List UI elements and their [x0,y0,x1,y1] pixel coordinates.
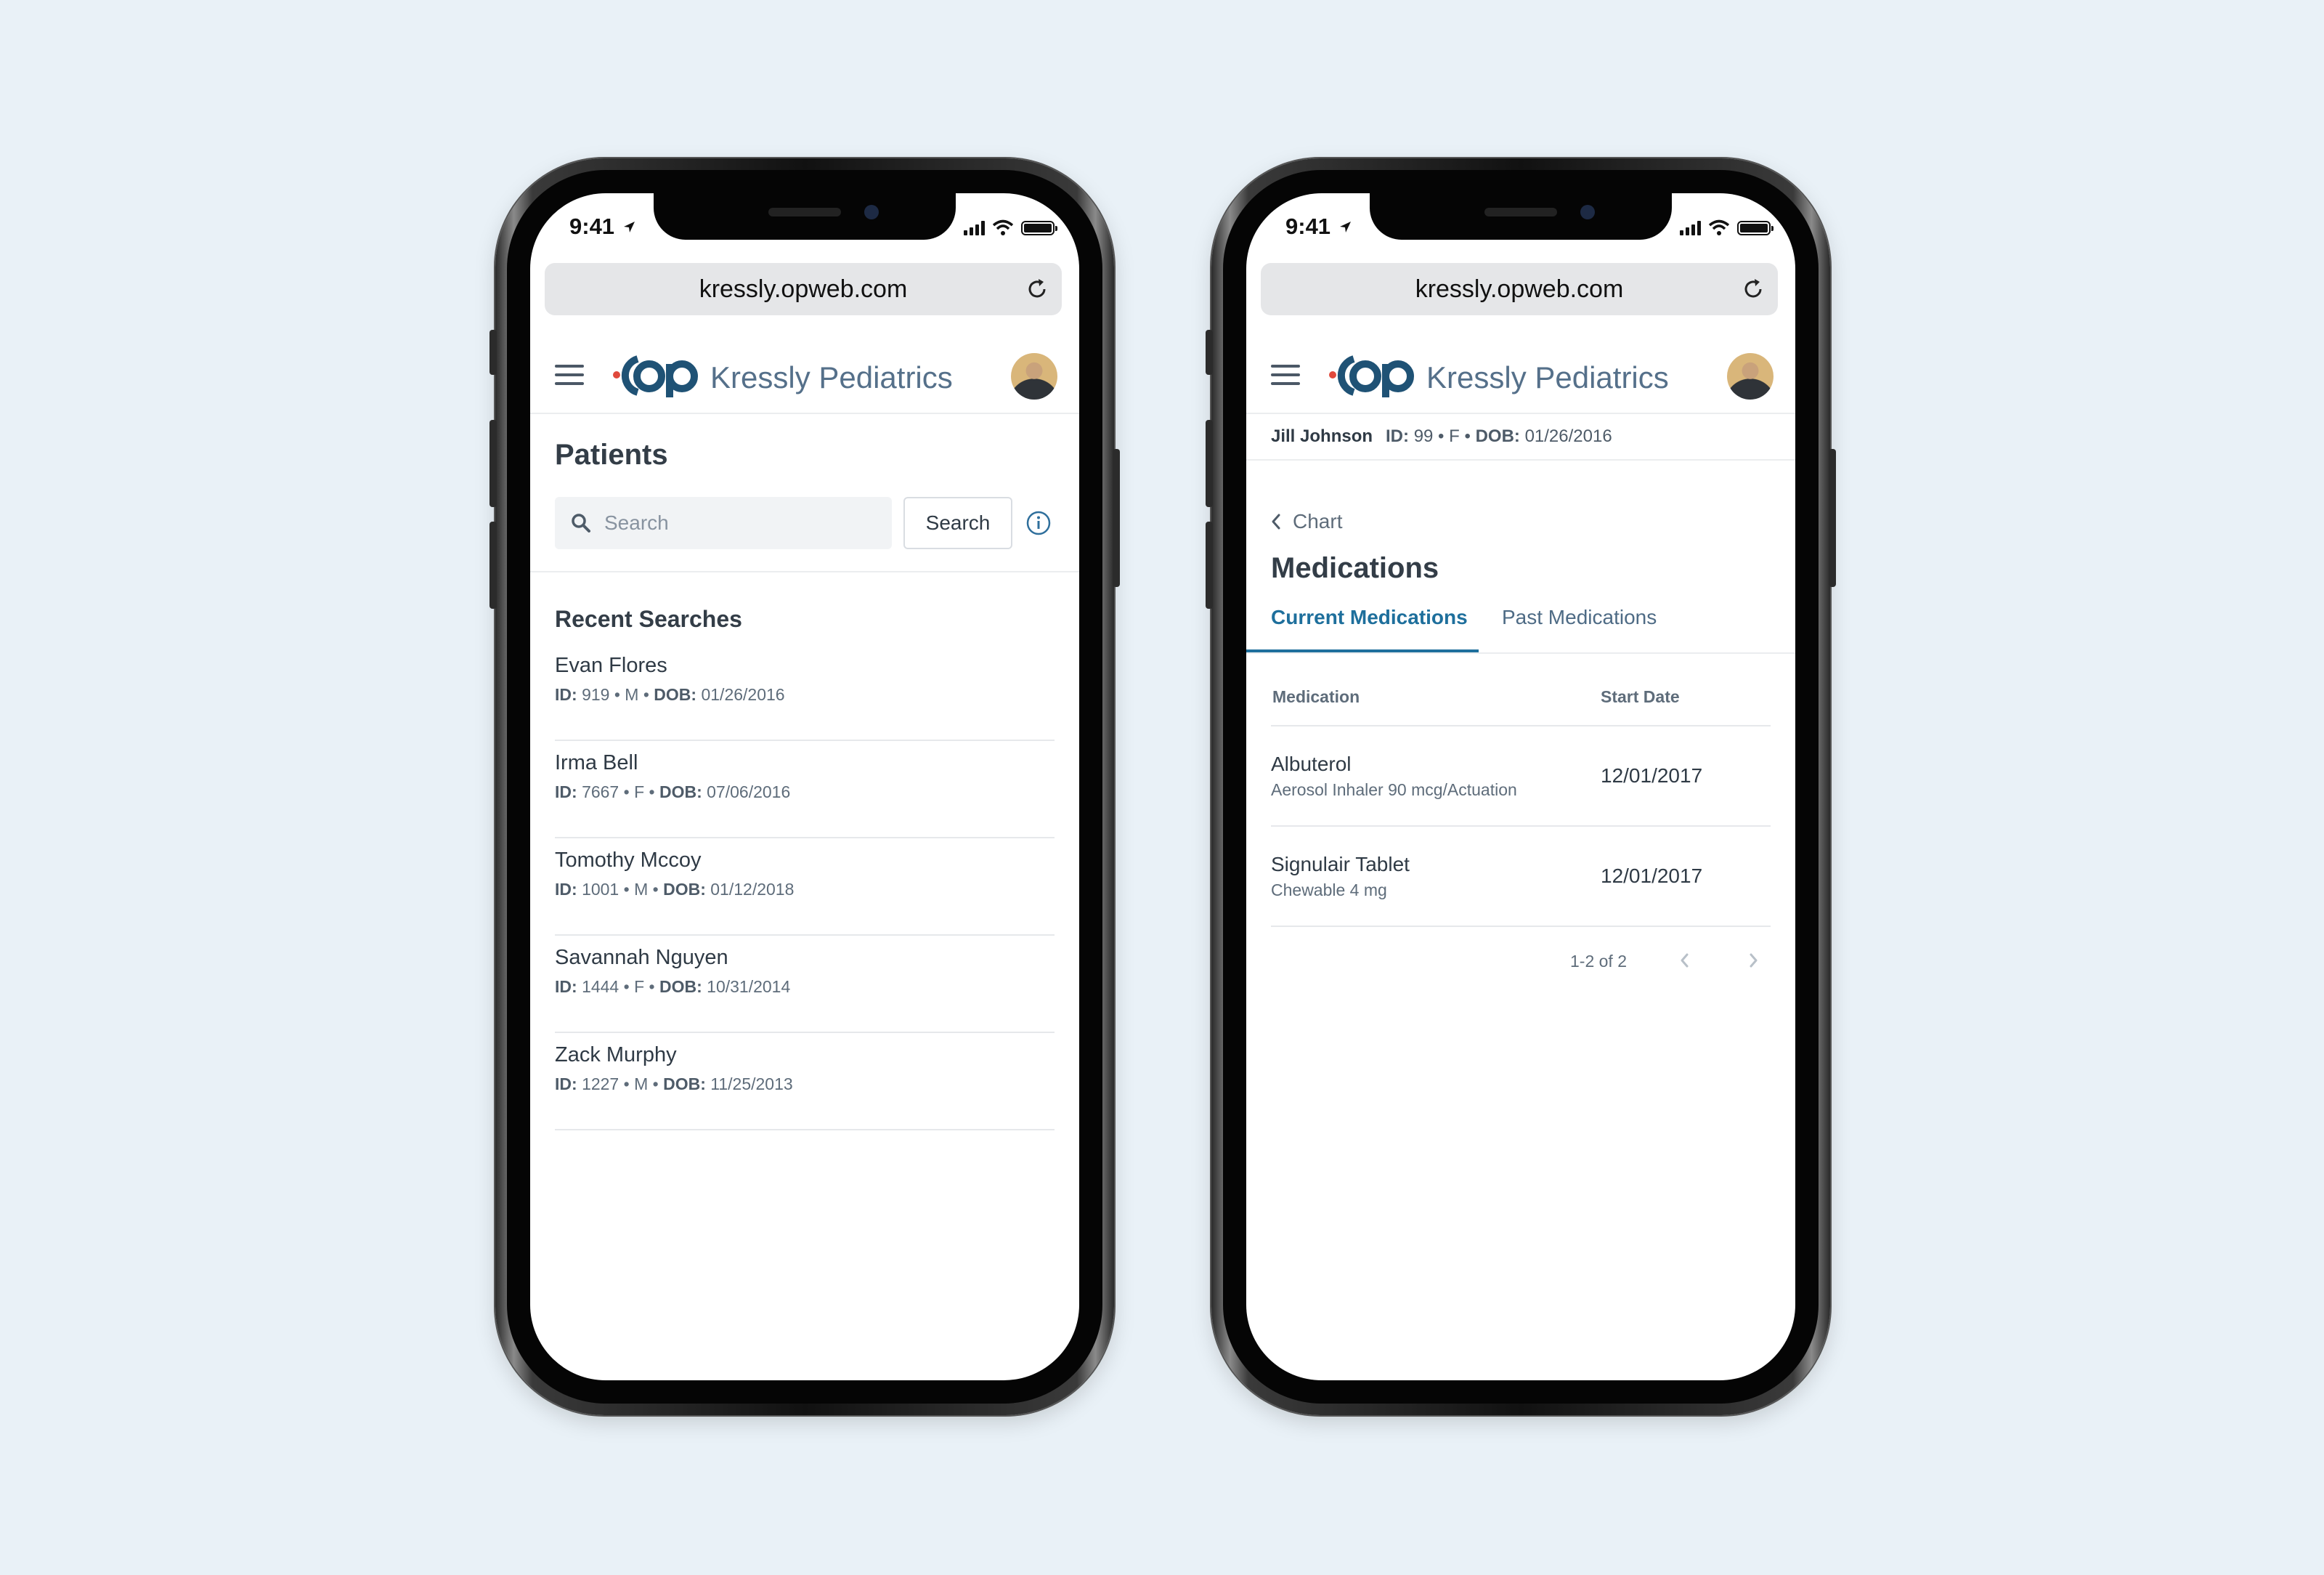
patient-name: Evan Flores [555,654,667,677]
page-title: Patients [555,439,668,471]
battery-icon [1021,221,1057,235]
url-text: kressly.opweb.com [699,275,908,303]
power-button [1829,449,1836,587]
medications-table: Medication Start Date Albuterol Aerosol … [1271,673,1771,927]
reload-icon[interactable] [1024,276,1050,302]
table-header: Medication Start Date [1271,673,1771,726]
patient-name: Tomothy Mccoy [555,849,702,872]
search-button[interactable]: Search [903,497,1012,549]
tab-current-medications[interactable]: Current Medications [1246,602,1479,652]
list-item[interactable]: Tomothy Mccoy ID: 1001 • M • DOB: 01/12/… [555,838,1055,936]
patient-meta: ID: 1001 • M • DOB: 01/12/2018 [555,880,795,899]
column-header-medication[interactable]: Medication [1272,687,1360,707]
brand-name: Kressly Pediatrics [710,360,953,394]
tab-past-medications[interactable]: Past Medications [1502,602,1657,652]
signal-icon [1680,219,1701,235]
patient-meta: ID: 1227 • M • DOB: 11/25/2013 [555,1074,793,1093]
page-title: Medications [1271,552,1439,584]
logo-icon [1326,353,1421,400]
back-to-chart-link[interactable]: Chart [1271,510,1342,533]
app-header: Kressly Pediatrics [530,339,1079,414]
pagination: 1-2 of 2 [1246,949,1795,978]
volume-down-button [489,522,497,609]
list-item[interactable]: Savannah Nguyen ID: 1444 • F • DOB: 10/3… [555,936,1055,1033]
medication-detail: Chewable 4 mg [1271,880,1387,899]
battery-icon [1737,221,1774,235]
chevron-left-icon [1272,514,1280,530]
patient-context-bar: Jill Johnson ID: 99 • F • DOB: 01/26/201… [1246,414,1795,461]
avatar[interactable] [1727,353,1774,400]
volume-up-button [489,420,497,507]
patient-name: Jill Johnson [1271,426,1373,446]
patient-name: Savannah Nguyen [555,946,728,969]
start-date: 12/01/2017 [1601,865,1703,887]
menu-icon[interactable] [1271,365,1300,386]
info-icon[interactable] [1025,510,1052,536]
medication-tabs: Current Medications Past Medications [1246,602,1795,654]
back-label: Chart [1293,510,1343,533]
search-input[interactable] [603,511,882,535]
location-arrow-icon [1339,222,1351,232]
table-row[interactable]: Albuterol Aerosol Inhaler 90 mcg/Actuati… [1271,726,1771,827]
search-field[interactable] [555,497,892,549]
search-icon [572,514,590,533]
status-time: 9:41 [1285,214,1352,240]
medication-detail: Aerosol Inhaler 90 mcg/Actuation [1271,780,1517,799]
chevron-left-icon[interactable] [1676,949,1694,972]
notch [654,193,956,240]
screen-patients: 9:41 kressly.opweb.com Kressly Pediatric… [530,193,1079,1380]
phone-right: 9:41 kressly.opweb.com Kressly Pediatric… [1206,158,1836,1415]
medication-name: Signulair Tablet [1271,853,1410,875]
logo-icon [610,353,704,400]
brand-name: Kressly Pediatrics [1426,360,1669,394]
wifi-icon [992,219,1014,235]
patient-meta: ID: 919 • M • DOB: 01/26/2016 [555,685,785,704]
pagination-count: 1-2 of 2 [1570,952,1627,971]
screen-medications: 9:41 kressly.opweb.com Kressly Pediatric… [1246,193,1795,1380]
patient-meta: ID: 99 • F • DOB: 01/26/2016 [1386,426,1612,446]
start-date: 12/01/2017 [1601,764,1703,787]
patient-meta: ID: 1444 • F • DOB: 10/31/2014 [555,977,791,996]
avatar[interactable] [1011,353,1057,400]
reload-icon[interactable] [1740,276,1766,302]
phone-left: 9:41 kressly.opweb.com Kressly Pediatric… [489,158,1120,1415]
list-item[interactable]: Evan Flores ID: 919 • M • DOB: 01/26/201… [555,644,1055,741]
chevron-right-icon[interactable] [1744,949,1762,972]
status-time: 9:41 [569,214,635,240]
list-item[interactable]: Irma Bell ID: 7667 • F • DOB: 07/06/2016 [555,741,1055,838]
signal-icon [964,219,985,235]
address-bar[interactable]: kressly.opweb.com [1261,263,1778,315]
mute-switch [1206,330,1213,375]
patient-name: Zack Murphy [555,1043,677,1066]
status-icons [1680,218,1774,235]
power-button [1113,449,1120,587]
url-text: kressly.opweb.com [1415,275,1624,303]
volume-down-button [1206,522,1213,609]
patient-name: Irma Bell [555,751,638,774]
recent-searches-list: Evan Flores ID: 919 • M • DOB: 01/26/201… [555,644,1055,1130]
address-bar[interactable]: kressly.opweb.com [545,263,1062,315]
wifi-icon [1708,219,1730,235]
volume-up-button [1206,420,1213,507]
notch [1370,193,1672,240]
app-header: Kressly Pediatrics [1246,339,1795,414]
column-header-start-date[interactable]: Start Date [1601,687,1680,707]
medication-name: Albuterol [1271,753,1352,775]
menu-icon[interactable] [555,365,584,386]
divider [530,571,1079,572]
patient-meta: ID: 7667 • F • DOB: 07/06/2016 [555,782,791,801]
list-item[interactable]: Zack Murphy ID: 1227 • M • DOB: 11/25/20… [555,1033,1055,1130]
table-row[interactable]: Signulair Tablet Chewable 4 mg 12/01/201… [1271,827,1771,927]
status-icons [964,218,1057,235]
mute-switch [489,330,497,375]
location-arrow-icon [623,222,635,232]
recent-searches-title: Recent Searches [555,606,742,632]
